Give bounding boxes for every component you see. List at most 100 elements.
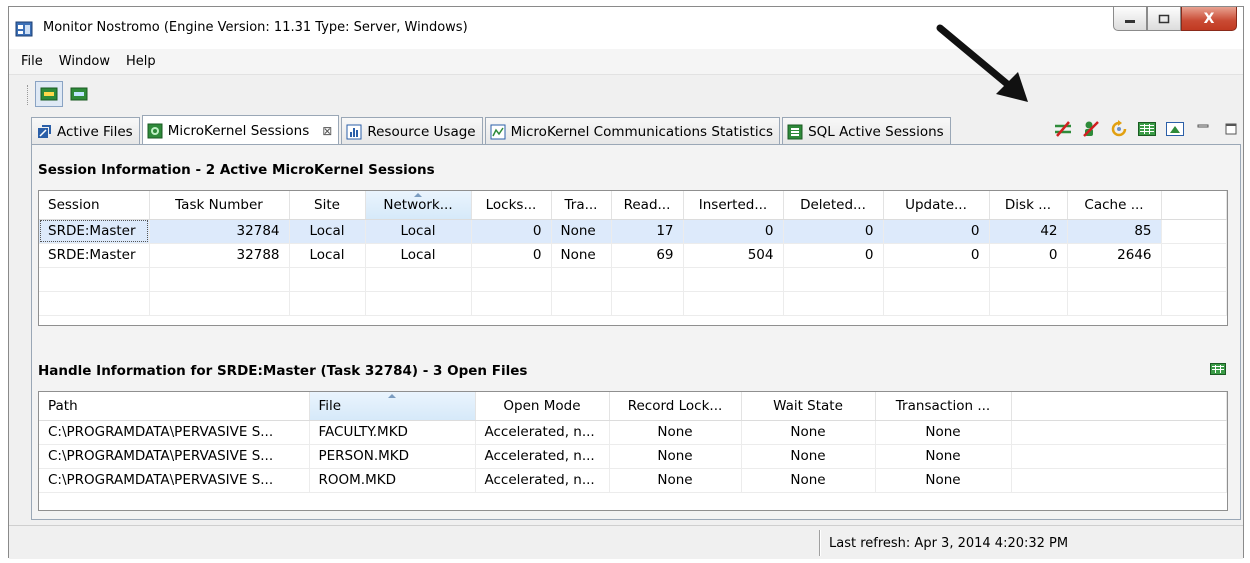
table-row[interactable]: SRDE:Master 32788 Local Local 0 None 69 … [39, 243, 1227, 268]
file-cell: PERSON.MKD [309, 444, 476, 469]
minimize-button[interactable] [1113, 7, 1147, 31]
filler-cell [1161, 219, 1227, 244]
minimize-view-icon [1197, 124, 1209, 128]
disk-cell: 0 [989, 243, 1068, 268]
network-cell: Local [365, 243, 472, 268]
minimize-view-button[interactable] [1193, 119, 1213, 139]
tab-label: Active Files [57, 123, 133, 140]
col-cache[interactable]: Cache ... [1067, 191, 1162, 220]
close-button[interactable]: X [1181, 7, 1237, 31]
disconnect-all-button[interactable] [1081, 119, 1101, 139]
menu-window[interactable]: Window [51, 54, 118, 69]
title-bar: Monitor Nostromo (Engine Version: 11.31 … [9, 7, 1243, 49]
select-columns-button[interactable] [1137, 119, 1157, 139]
tab-close-icon[interactable]: ⊠ [322, 124, 332, 138]
file-cell: ROOM.MKD [309, 468, 476, 493]
tab-communications-statistics[interactable]: MicroKernel Communications Statistics [484, 117, 781, 145]
open-mode-cell: Accelerated, n... [475, 468, 610, 493]
session-info-title: Session Information - 2 Active MicroKern… [38, 162, 435, 178]
empty-row [39, 267, 1227, 292]
filler-cell [1161, 243, 1227, 268]
transaction-cell: None [551, 219, 612, 244]
disconnect-all-icon [1083, 121, 1099, 137]
session-cell: SRDE:Master [39, 219, 150, 244]
active-files-icon [38, 124, 51, 138]
view-menu-icon [1166, 122, 1184, 136]
tab-active-files[interactable]: Active Files [31, 117, 140, 145]
col-disk[interactable]: Disk ... [989, 191, 1068, 220]
updated-cell: 0 [883, 243, 990, 268]
col-read[interactable]: Read... [611, 191, 684, 220]
col-wait-state[interactable]: Wait State [741, 392, 876, 421]
refresh-icon [1111, 120, 1127, 137]
task-number-cell: 32788 [149, 243, 290, 268]
bar-chart-icon [346, 124, 362, 139]
sessions-table-panel: Session Task Number Site Network... Lock… [38, 190, 1228, 326]
col-inserted[interactable]: Inserted... [683, 191, 784, 220]
record-lock-cell: None [609, 468, 742, 493]
path-cell: C:\PROGRAMDATA\PERVASIVE S... [39, 420, 310, 445]
status-bar: Last refresh: Apr 3, 2014 4:20:32 PM [9, 525, 1243, 559]
view-menu-button[interactable] [1165, 119, 1185, 139]
disconnect-user-button[interactable] [1053, 119, 1073, 139]
handles-table: Path File Open Mode Record Lock... Wait … [39, 392, 1227, 493]
col-network[interactable]: Network... [365, 191, 472, 220]
tab-label: Resource Usage [367, 123, 476, 140]
col-filler [1161, 191, 1227, 220]
col-locks[interactable]: Locks... [471, 191, 552, 220]
deleted-cell: 0 [783, 219, 884, 244]
sessions-icon [147, 123, 163, 138]
sessions-table: Session Task Number Site Network... Lock… [39, 191, 1227, 316]
toolbar [9, 77, 1243, 111]
path-cell: C:\PROGRAMDATA\PERVASIVE S... [39, 444, 310, 469]
inserted-cell: 504 [683, 243, 784, 268]
col-record-lock[interactable]: Record Lock... [609, 392, 742, 421]
wait-state-cell: None [741, 468, 876, 493]
path-cell: C:\PROGRAMDATA\PERVASIVE S... [39, 468, 310, 493]
menu-bar: File Window Help [9, 49, 1243, 75]
wait-state-cell: None [741, 420, 876, 445]
file-cell: FACULTY.MKD [309, 420, 476, 445]
col-session[interactable]: Session [39, 191, 150, 220]
col-deleted[interactable]: Deleted... [783, 191, 884, 220]
col-task-number[interactable]: Task Number [149, 191, 290, 220]
maximize-view-button[interactable] [1221, 119, 1241, 139]
open-mode-cell: Accelerated, n... [475, 444, 610, 469]
table-row[interactable]: SRDE:Master 32784 Local Local 0 None 17 … [39, 219, 1227, 244]
refresh-button[interactable] [1109, 119, 1129, 139]
empty-row [39, 291, 1227, 316]
menu-file[interactable]: File [13, 54, 51, 69]
col-path[interactable]: Path [39, 392, 310, 421]
sessions-header-row: Session Task Number Site Network... Lock… [39, 191, 1227, 220]
table-row[interactable]: C:\PROGRAMDATA\PERVASIVE S... FACULTY.MK… [39, 420, 1227, 445]
record-lock-cell: None [609, 420, 742, 445]
sql-view-button[interactable] [65, 81, 93, 107]
col-transaction[interactable]: Tra... [551, 191, 612, 220]
microkernel-view-button[interactable] [35, 81, 63, 107]
tab-label: MicroKernel Communications Statistics [510, 123, 774, 140]
handle-columns-button[interactable] [1210, 363, 1226, 379]
col-file[interactable]: File [309, 392, 476, 421]
menu-help[interactable]: Help [118, 54, 164, 69]
network-cell: Local [365, 219, 472, 244]
cache-cell: 2646 [1067, 243, 1162, 268]
table-row[interactable]: C:\PROGRAMDATA\PERVASIVE S... PERSON.MKD… [39, 444, 1227, 469]
tab-microkernel-sessions[interactable]: MicroKernel Sessions ⊠ [141, 115, 340, 145]
open-mode-cell: Accelerated, n... [475, 420, 610, 445]
table-row[interactable]: C:\PROGRAMDATA\PERVASIVE S... ROOM.MKD A… [39, 468, 1227, 493]
task-number-cell: 32784 [149, 219, 290, 244]
col-site[interactable]: Site [289, 191, 366, 220]
disk-cell: 42 [989, 219, 1068, 244]
read-cell: 69 [611, 243, 684, 268]
col-updated[interactable]: Update... [883, 191, 990, 220]
tab-resource-usage[interactable]: Resource Usage [341, 117, 483, 145]
last-refresh-status: Last refresh: Apr 3, 2014 4:20:32 PM [829, 536, 1069, 551]
tab-sql-active-sessions[interactable]: SQL Active Sessions [782, 117, 951, 145]
maximize-button[interactable] [1147, 7, 1181, 31]
handles-table-panel: Path File Open Mode Record Lock... Wait … [38, 391, 1228, 511]
tab-strip: Active Files MicroKernel Sessions ⊠ Reso… [31, 115, 1241, 145]
col-open-mode[interactable]: Open Mode [475, 392, 610, 421]
sql-view-icon [70, 87, 88, 101]
col-transaction-lock[interactable]: Transaction ... [875, 392, 1012, 421]
transaction-lock-cell: None [875, 420, 1012, 445]
